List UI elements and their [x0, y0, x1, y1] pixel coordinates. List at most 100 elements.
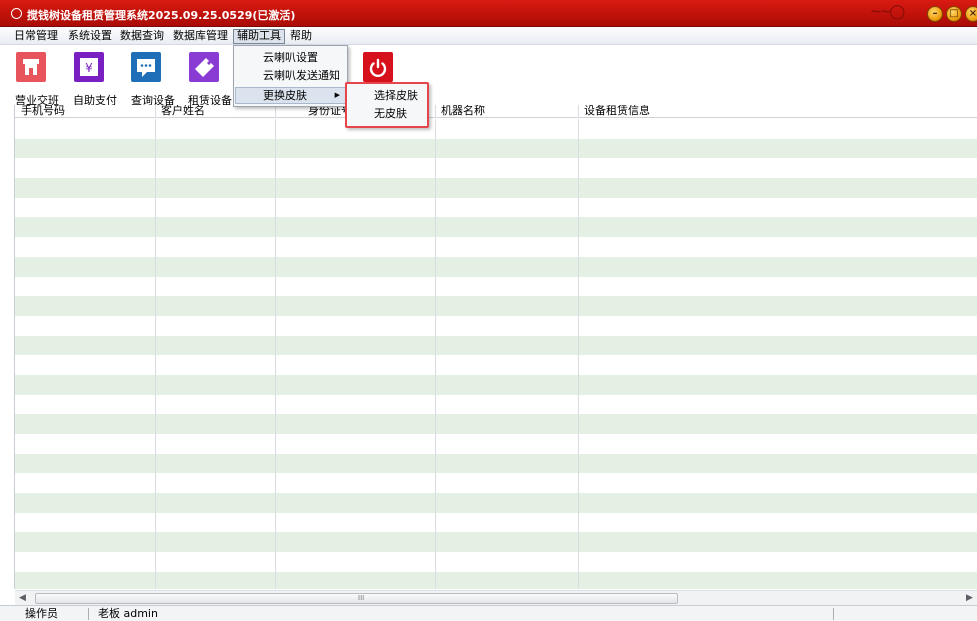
column-divider: [275, 276, 276, 297]
scroll-left-icon[interactable]: ◀: [15, 591, 30, 606]
column-divider: [275, 493, 276, 513]
menu-help[interactable]: 帮助: [287, 29, 315, 44]
column-divider: [435, 335, 436, 356]
operator-label: 操作员: [25, 607, 58, 620]
menu-auxiliary-tools[interactable]: 辅助工具: [233, 29, 285, 44]
column-divider: [578, 119, 579, 139]
table-row[interactable]: [15, 256, 977, 277]
column-divider: [275, 512, 276, 533]
column-divider: [578, 512, 579, 533]
column-divider: [155, 197, 156, 218]
column-divider: [275, 119, 276, 139]
table-row[interactable]: [15, 315, 977, 336]
menu-item-cloud-speaker-notify[interactable]: 云喇叭发送通知: [235, 67, 347, 84]
column-divider: [155, 355, 156, 375]
column-divider: [275, 138, 276, 159]
column-divider: [435, 237, 436, 257]
table-row[interactable]: [15, 453, 977, 474]
column-divider: [435, 394, 436, 415]
menu-item-label: 无皮肤: [374, 107, 407, 120]
table-row[interactable]: [15, 571, 977, 589]
table-row[interactable]: [15, 394, 977, 415]
table-row[interactable]: [15, 414, 977, 434]
column-divider: [578, 197, 579, 218]
menu-daily-management[interactable]: 日常管理: [11, 29, 61, 44]
status-bar: 操作员 老板 admin: [0, 605, 977, 621]
scroll-right-icon[interactable]: ▶: [962, 591, 977, 606]
menu-data-query[interactable]: 数据查询: [117, 29, 167, 44]
menu-database-management[interactable]: 数据库管理: [170, 29, 231, 44]
window-title: 搅钱树设备租赁管理系统2025.09.25.0529(已激活): [27, 9, 296, 22]
column-divider: [155, 512, 156, 533]
column-divider: [275, 158, 276, 179]
menu-item-no-skin[interactable]: 无皮肤: [349, 105, 425, 122]
column-divider: [155, 335, 156, 356]
table-row[interactable]: [15, 493, 977, 513]
table-row[interactable]: [15, 532, 977, 553]
horizontal-scrollbar[interactable]: ◀ III ▶: [15, 590, 977, 605]
column-divider: [155, 453, 156, 474]
column-divider: [578, 276, 579, 297]
column-divider: [435, 512, 436, 533]
column-divider: [275, 296, 276, 316]
column-machine-name[interactable]: 机器名称: [435, 105, 485, 118]
table-row[interactable]: [15, 374, 977, 395]
operator-user: 老板 admin: [98, 607, 158, 620]
column-divider: [155, 237, 156, 257]
shift-handover-button[interactable]: 营业交班: [13, 45, 69, 107]
column-divider: [578, 552, 579, 572]
column-divider: [578, 473, 579, 494]
table-row[interactable]: [15, 512, 977, 533]
scrollbar-grip-icon: III: [358, 594, 365, 602]
table-row[interactable]: [15, 217, 977, 238]
column-divider: [275, 571, 276, 589]
column-divider: [435, 532, 436, 553]
column-divider: [435, 414, 436, 434]
power-icon: [363, 52, 393, 82]
table-row[interactable]: [15, 335, 977, 356]
table-row[interactable]: [15, 158, 977, 179]
menu-item-label: 更换皮肤: [263, 89, 307, 102]
column-rental-info[interactable]: 设备租赁信息: [578, 105, 650, 118]
table-row[interactable]: [15, 138, 977, 159]
table-row[interactable]: [15, 178, 977, 198]
table-row[interactable]: [15, 296, 977, 316]
column-divider: [578, 434, 579, 454]
column-divider: [578, 453, 579, 474]
self-payment-button[interactable]: ¥ 自助支付: [70, 45, 126, 107]
minimize-button[interactable]: –: [927, 6, 943, 22]
table-row[interactable]: [15, 237, 977, 257]
table-row[interactable]: [15, 119, 977, 139]
menu-bar: 日常管理 系统设置 数据查询 数据库管理 辅助工具 帮助: [0, 28, 977, 45]
menu-system-settings[interactable]: 系统设置: [65, 29, 115, 44]
column-divider: [275, 335, 276, 356]
column-divider: [275, 552, 276, 572]
column-divider: [435, 355, 436, 375]
table-row[interactable]: [15, 473, 977, 494]
column-divider: [435, 434, 436, 454]
table-row[interactable]: [15, 434, 977, 454]
close-button[interactable]: ×: [965, 6, 977, 22]
table-row[interactable]: [15, 552, 977, 572]
column-divider: [578, 571, 579, 589]
column-divider: [155, 315, 156, 336]
table-row[interactable]: [15, 197, 977, 218]
query-device-button[interactable]: 查询设备: [128, 45, 184, 107]
maximize-button[interactable]: □: [946, 6, 962, 22]
column-phone-number[interactable]: 手机号码: [15, 105, 65, 118]
menu-item-cloud-speaker-settings[interactable]: 云喇叭设置: [235, 49, 347, 66]
menu-item-change-skin[interactable]: 更换皮肤 ▶: [235, 87, 347, 104]
column-divider: [435, 119, 436, 139]
column-customer-name[interactable]: 客户姓名: [155, 105, 205, 118]
column-divider: [435, 493, 436, 513]
grid-rows: [15, 119, 977, 589]
tag-icon: [189, 52, 219, 82]
menu-item-select-skin[interactable]: 选择皮肤: [349, 87, 425, 104]
table-row[interactable]: [15, 355, 977, 375]
column-divider: [578, 355, 579, 375]
data-grid: 手机号码 客户姓名 身份证号 机器名称 设备租赁信息: [14, 105, 977, 589]
scrollbar-thumb[interactable]: III: [35, 593, 678, 604]
table-row[interactable]: [15, 276, 977, 297]
yen-icon: ¥: [74, 52, 104, 82]
column-divider: [435, 138, 436, 159]
